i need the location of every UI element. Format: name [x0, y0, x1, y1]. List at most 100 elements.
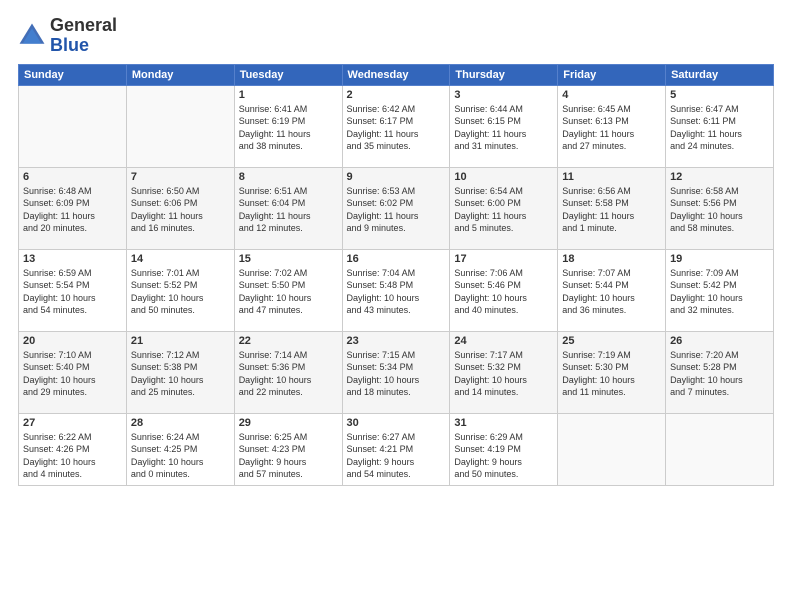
day-number: 9: [347, 171, 446, 183]
day-info: Sunrise: 6:47 AM Sunset: 6:11 PM Dayligh…: [670, 103, 769, 153]
calendar-cell: 24 Sunrise: 7:17 AM Sunset: 5:32 PM Dayli…: [450, 331, 558, 413]
day-number: 26: [670, 335, 769, 347]
day-info: Sunrise: 6:44 AM Sunset: 6:15 PM Dayligh…: [454, 103, 553, 153]
calendar-cell: 1 Sunrise: 6:41 AM Sunset: 6:19 PM Daylig…: [234, 85, 342, 167]
day-number: 14: [131, 253, 230, 265]
day-info: Sunrise: 7:06 AM Sunset: 5:46 PM Dayligh…: [454, 267, 553, 317]
calendar-cell: 7 Sunrise: 6:50 AM Sunset: 6:06 PM Daylig…: [126, 167, 234, 249]
calendar-cell: 11Sunrise: 6:56 AM Sunset: 5:58 PM Dayli…: [558, 167, 666, 249]
calendar-cell: 2 Sunrise: 6:42 AM Sunset: 6:17 PM Daylig…: [342, 85, 450, 167]
day-number: 30: [347, 417, 446, 429]
day-number: 2: [347, 89, 446, 101]
day-number: 4: [562, 89, 661, 101]
calendar-cell: 14Sunrise: 7:01 AM Sunset: 5:52 PM Dayli…: [126, 249, 234, 331]
calendar-cell: 3 Sunrise: 6:44 AM Sunset: 6:15 PM Daylig…: [450, 85, 558, 167]
day-info: Sunrise: 6:29 AM Sunset: 4:19 PM Dayligh…: [454, 431, 553, 481]
day-number: 17: [454, 253, 553, 265]
day-number: 29: [239, 417, 338, 429]
calendar-cell: 15 Sunrise: 7:02 AM Sunset: 5:50 PM Dayli…: [234, 249, 342, 331]
calendar-body: 1 Sunrise: 6:41 AM Sunset: 6:19 PM Daylig…: [19, 85, 774, 485]
day-number: 6: [23, 171, 122, 183]
day-info: Sunrise: 7:02 AM Sunset: 5:50 PM Dayligh…: [239, 267, 338, 317]
day-number: 18: [562, 253, 661, 265]
day-number: 27: [23, 417, 122, 429]
day-header-thursday: Thursday: [450, 64, 558, 85]
calendar-cell: 28Sunrise: 6:24 AM Sunset: 4:25 PM Dayli…: [126, 413, 234, 485]
day-number: 20: [23, 335, 122, 347]
day-info: Sunrise: 7:14 AM Sunset: 5:36 PM Dayligh…: [239, 349, 338, 399]
day-info: Sunrise: 6:50 AM Sunset: 6:06 PM Dayligh…: [131, 185, 230, 235]
day-number: 25: [562, 335, 661, 347]
day-number: 11: [562, 171, 661, 183]
day-info: Sunrise: 6:53 AM Sunset: 6:02 PM Dayligh…: [347, 185, 446, 235]
day-info: Sunrise: 6:51 AM Sunset: 6:04 PM Dayligh…: [239, 185, 338, 235]
day-info: Sunrise: 7:04 AM Sunset: 5:48 PM Dayligh…: [347, 267, 446, 317]
day-info: Sunrise: 7:10 AM Sunset: 5:40 PM Dayligh…: [23, 349, 122, 399]
header: General Blue: [18, 16, 774, 56]
day-info: Sunrise: 6:27 AM Sunset: 4:21 PM Dayligh…: [347, 431, 446, 481]
page: General Blue SundayMondayTuesdayWednesda…: [0, 0, 792, 612]
day-info: Sunrise: 6:45 AM Sunset: 6:13 PM Dayligh…: [562, 103, 661, 153]
calendar-cell: 20 Sunrise: 7:10 AM Sunset: 5:40 PM Dayli…: [19, 331, 127, 413]
day-info: Sunrise: 6:25 AM Sunset: 4:23 PM Dayligh…: [239, 431, 338, 481]
calendar-cell: 4 Sunrise: 6:45 AM Sunset: 6:13 PM Daylig…: [558, 85, 666, 167]
calendar-cell: [19, 85, 127, 167]
calendar-cell: 21 Sunrise: 7:12 AM Sunset: 5:38 PM Dayli…: [126, 331, 234, 413]
calendar-cell: 22 Sunrise: 7:14 AM Sunset: 5:36 PM Dayli…: [234, 331, 342, 413]
calendar-cell: 8 Sunrise: 6:51 AM Sunset: 6:04 PM Daylig…: [234, 167, 342, 249]
calendar-cell: 10 Sunrise: 6:54 AM Sunset: 6:00 PM Dayli…: [450, 167, 558, 249]
day-number: 22: [239, 335, 338, 347]
day-info: Sunrise: 7:17 AM Sunset: 5:32 PM Dayligh…: [454, 349, 553, 399]
day-info: Sunrise: 6:54 AM Sunset: 6:00 PM Dayligh…: [454, 185, 553, 235]
day-number: 10: [454, 171, 553, 183]
day-info: Sunrise: 7:20 AM Sunset: 5:28 PM Dayligh…: [670, 349, 769, 399]
calendar-cell: 17 Sunrise: 7:06 AM Sunset: 5:46 PM Dayli…: [450, 249, 558, 331]
logo: General Blue: [18, 16, 117, 56]
calendar-cell: 29 Sunrise: 6:25 AM Sunset: 4:23 PM Dayli…: [234, 413, 342, 485]
calendar-cell: 26 Sunrise: 7:20 AM Sunset: 5:28 PM Dayli…: [666, 331, 774, 413]
day-number: 21: [131, 335, 230, 347]
day-header-tuesday: Tuesday: [234, 64, 342, 85]
day-header-wednesday: Wednesday: [342, 64, 450, 85]
day-info: Sunrise: 7:15 AM Sunset: 5:34 PM Dayligh…: [347, 349, 446, 399]
day-info: Sunrise: 6:58 AM Sunset: 5:56 PM Dayligh…: [670, 185, 769, 235]
day-number: 7: [131, 171, 230, 183]
calendar-cell: 5 Sunrise: 6:47 AM Sunset: 6:11 PM Daylig…: [666, 85, 774, 167]
day-number: 1: [239, 89, 338, 101]
calendar-cell: 6 Sunrise: 6:48 AM Sunset: 6:09 PM Daylig…: [19, 167, 127, 249]
day-number: 28: [131, 417, 230, 429]
day-info: Sunrise: 6:41 AM Sunset: 6:19 PM Dayligh…: [239, 103, 338, 153]
day-info: Sunrise: 7:12 AM Sunset: 5:38 PM Dayligh…: [131, 349, 230, 399]
calendar-cell: 30 Sunrise: 6:27 AM Sunset: 4:21 PM Dayli…: [342, 413, 450, 485]
day-number: 15: [239, 253, 338, 265]
day-info: Sunrise: 6:48 AM Sunset: 6:09 PM Dayligh…: [23, 185, 122, 235]
day-header-monday: Monday: [126, 64, 234, 85]
day-number: 13: [23, 253, 122, 265]
day-number: 31: [454, 417, 553, 429]
logo-icon: [18, 22, 46, 50]
day-number: 24: [454, 335, 553, 347]
calendar-cell: 16Sunrise: 7:04 AM Sunset: 5:48 PM Dayli…: [342, 249, 450, 331]
calendar-cell: 9 Sunrise: 6:53 AM Sunset: 6:02 PM Daylig…: [342, 167, 450, 249]
day-number: 3: [454, 89, 553, 101]
calendar-cell: 23Sunrise: 7:15 AM Sunset: 5:34 PM Dayli…: [342, 331, 450, 413]
day-info: Sunrise: 6:59 AM Sunset: 5:54 PM Dayligh…: [23, 267, 122, 317]
calendar-cell: [558, 413, 666, 485]
calendar-cell: 31 Sunrise: 6:29 AM Sunset: 4:19 PM Dayli…: [450, 413, 558, 485]
calendar-cell: [666, 413, 774, 485]
day-info: Sunrise: 7:19 AM Sunset: 5:30 PM Dayligh…: [562, 349, 661, 399]
calendar-cell: 25 Sunrise: 7:19 AM Sunset: 5:30 PM Dayli…: [558, 331, 666, 413]
calendar-cell: 13 Sunrise: 6:59 AM Sunset: 5:54 PM Dayli…: [19, 249, 127, 331]
day-info: Sunrise: 6:42 AM Sunset: 6:17 PM Dayligh…: [347, 103, 446, 153]
day-number: 12: [670, 171, 769, 183]
calendar-cell: [126, 85, 234, 167]
day-header-saturday: Saturday: [666, 64, 774, 85]
day-info: Sunrise: 7:07 AM Sunset: 5:44 PM Dayligh…: [562, 267, 661, 317]
day-number: 8: [239, 171, 338, 183]
calendar: SundayMondayTuesdayWednesdayThursdayFrid…: [18, 64, 774, 486]
day-header-friday: Friday: [558, 64, 666, 85]
day-number: 5: [670, 89, 769, 101]
calendar-cell: 12 Sunrise: 6:58 AM Sunset: 5:56 PM Dayli…: [666, 167, 774, 249]
day-number: 19: [670, 253, 769, 265]
calendar-cell: 19Sunrise: 7:09 AM Sunset: 5:42 PM Dayli…: [666, 249, 774, 331]
